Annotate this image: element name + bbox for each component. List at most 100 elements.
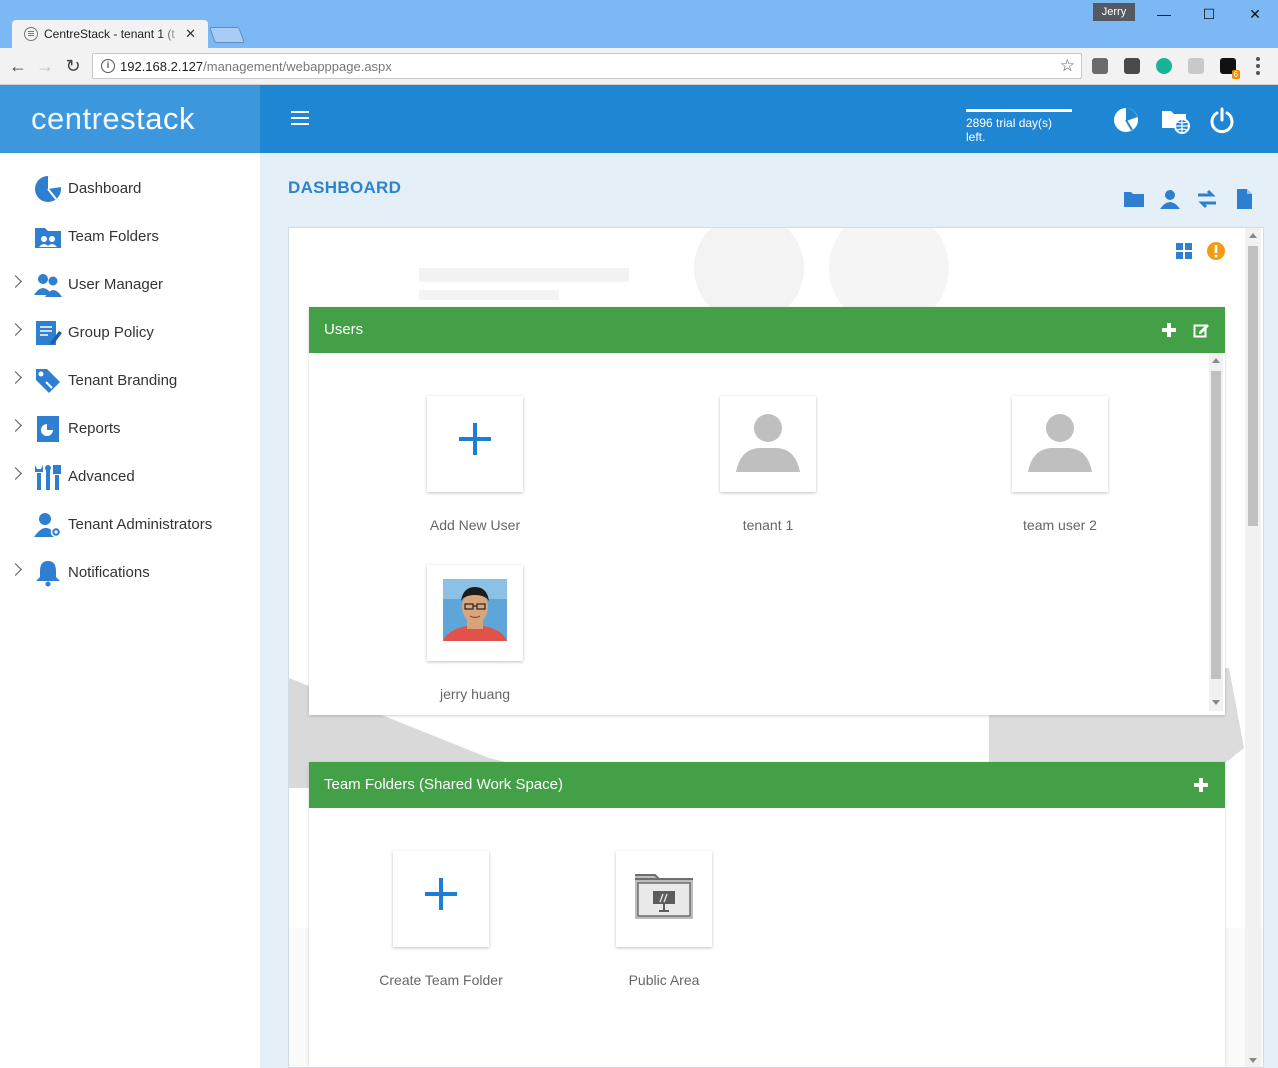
sidebar-item-user-manager[interactable]: User Manager [0, 265, 260, 305]
user-tile-team-user-2[interactable] [1012, 396, 1108, 492]
sidebar-item-label: Group Policy [68, 324, 154, 341]
scroll-down-arrow-icon[interactable] [1212, 700, 1220, 705]
brand-logo-part2: stack [120, 101, 196, 136]
add-team-folder-plus-icon[interactable] [1193, 777, 1209, 793]
brand-logo[interactable]: centrestack [0, 85, 260, 153]
extension-badge: 6 [1231, 70, 1240, 79]
user-photo-avatar [443, 579, 507, 641]
folder-icon[interactable] [1122, 187, 1146, 211]
trial-indicator: 2896 trial day(s) left. [966, 109, 1072, 144]
profile-button[interactable]: Jerry [1093, 3, 1135, 21]
scroll-down-arrow-icon[interactable] [1249, 1058, 1257, 1063]
main-content: DASHBOARD Users Add New User tenant 1 te… [260, 153, 1278, 1068]
extension-m-icon[interactable] [1156, 58, 1172, 74]
scroll-up-arrow-icon[interactable] [1249, 233, 1257, 238]
transfer-icon[interactable] [1195, 187, 1219, 211]
public-area-folder-tile[interactable] [616, 851, 712, 947]
tile-label: Add New User [429, 517, 521, 533]
back-icon[interactable]: ← [7, 55, 29, 77]
sidebar-item-label: Team Folders [68, 228, 159, 245]
chevron-right-icon[interactable] [9, 323, 22, 336]
edit-icon[interactable] [1193, 322, 1209, 338]
team-folders-card-body: Create Team Folder Public Area [309, 808, 1225, 1067]
browser-toolbar: ← → ↻ i 192.168.2.127/management/webappp… [0, 48, 1278, 85]
browser-tab[interactable]: CentreStack - tenant 1 (t ✕ [12, 20, 208, 48]
power-icon[interactable] [1208, 106, 1236, 134]
users-card-scrollbar[interactable] [1209, 353, 1223, 711]
alert-icon[interactable] [1206, 241, 1226, 261]
dashboard-panel: Users Add New User tenant 1 team user 2 … [288, 227, 1264, 1068]
sidebar-item-tenant-administrators[interactable]: Tenant Administrators [0, 505, 260, 545]
web-folder-icon[interactable] [1160, 106, 1192, 134]
browser-titlebar: CentreStack - tenant 1 (t ✕ Jerry — ☐ ✕ [0, 0, 1278, 48]
tile-label: Public Area [628, 972, 700, 988]
reload-icon[interactable]: ↻ [62, 55, 84, 77]
sidebar-item-label: Dashboard [68, 180, 142, 197]
user-icon[interactable] [1158, 187, 1182, 211]
default-avatar-icon [1028, 414, 1092, 472]
sidebar-item-label: Tenant Branding [68, 372, 178, 389]
new-tab-button[interactable] [209, 27, 245, 43]
chevron-right-icon[interactable] [9, 563, 22, 576]
scroll-thumb[interactable] [1211, 371, 1221, 679]
hamburger-menu-icon[interactable] [291, 111, 309, 127]
sidebar-item-notifications[interactable]: Notifications [0, 553, 260, 593]
tab-favicon-icon [24, 27, 38, 41]
tab-close-icon[interactable]: ✕ [185, 26, 196, 42]
reports-icon [37, 416, 59, 442]
users-card-body: Add New User tenant 1 team user 2 jerry … [309, 353, 1225, 715]
site-info-icon[interactable]: i [101, 59, 115, 73]
address-url: 192.168.2.127/management/webapppage.aspx [120, 59, 392, 74]
address-bar[interactable]: i 192.168.2.127/management/webapppage.as… [92, 53, 1082, 79]
scroll-thumb[interactable] [1248, 246, 1258, 526]
sidebar-item-label: Reports [68, 420, 121, 437]
sidebar-item-label: User Manager [68, 276, 164, 293]
extension-g-icon[interactable] [1188, 58, 1204, 74]
sidebar-item-label: Notifications [68, 564, 150, 581]
sidebar-item-dashboard[interactable]: Dashboard [0, 169, 260, 209]
add-user-plus-icon[interactable] [1161, 322, 1177, 338]
users-card: Users Add New User tenant 1 team user 2 … [309, 307, 1225, 715]
dashboard-pie-icon[interactable] [1112, 106, 1140, 134]
scroll-up-arrow-icon[interactable] [1212, 358, 1220, 363]
extension-pocket-icon[interactable] [1092, 58, 1108, 74]
shared-folder-icon [635, 874, 693, 919]
chevron-right-icon[interactable] [9, 275, 22, 288]
sidebar-item-label: Tenant Administrators [68, 516, 213, 533]
chevron-right-icon[interactable] [9, 419, 22, 432]
extension-amazon-icon[interactable]: 6 [1220, 58, 1240, 79]
plus-icon [425, 878, 457, 910]
chevron-right-icon[interactable] [9, 467, 22, 480]
users-icon [34, 274, 62, 297]
user-tile-tenant-1[interactable] [720, 396, 816, 492]
tile-label: jerry huang [439, 686, 511, 702]
grid-layout-icon[interactable] [1175, 242, 1193, 260]
user-tile-jerry-huang[interactable] [427, 565, 523, 661]
sidebar-item-group-policy[interactable]: Group Policy [0, 313, 260, 353]
browser-menu-icon[interactable] [1256, 57, 1260, 75]
tile-label: Create Team Folder [379, 972, 503, 988]
sidebar-item-tenant-branding[interactable]: Tenant Branding [0, 361, 260, 401]
chevron-right-icon[interactable] [9, 371, 22, 384]
add-new-user-tile[interactable] [427, 396, 523, 492]
sidebar-item-reports[interactable]: Reports [0, 409, 260, 449]
tile-label: tenant 1 [742, 517, 794, 533]
document-icon[interactable] [1232, 187, 1256, 211]
extension-shield-icon[interactable] [1124, 58, 1140, 74]
sidebar: Dashboard Team Folders User Manager Grou… [0, 153, 260, 1068]
url-path: /management/webapppage.aspx [203, 59, 392, 74]
close-window-icon[interactable]: ✕ [1240, 4, 1270, 24]
create-team-folder-tile[interactable] [393, 851, 489, 947]
brand-logo-part1: centre [31, 101, 121, 136]
bell-icon [36, 561, 60, 587]
sidebar-item-team-folders[interactable]: Team Folders [0, 217, 260, 257]
minimize-icon[interactable]: — [1149, 4, 1179, 24]
policy-icon [36, 321, 62, 345]
bookmark-star-icon[interactable]: ☆ [1060, 56, 1075, 76]
panel-scrollbar[interactable] [1245, 228, 1261, 1067]
users-card-header: Users [309, 307, 1225, 353]
sidebar-item-advanced[interactable]: Advanced [0, 457, 260, 497]
plus-icon [459, 423, 491, 455]
forward-icon[interactable]: → [34, 55, 56, 77]
maximize-icon[interactable]: ☐ [1194, 4, 1224, 24]
